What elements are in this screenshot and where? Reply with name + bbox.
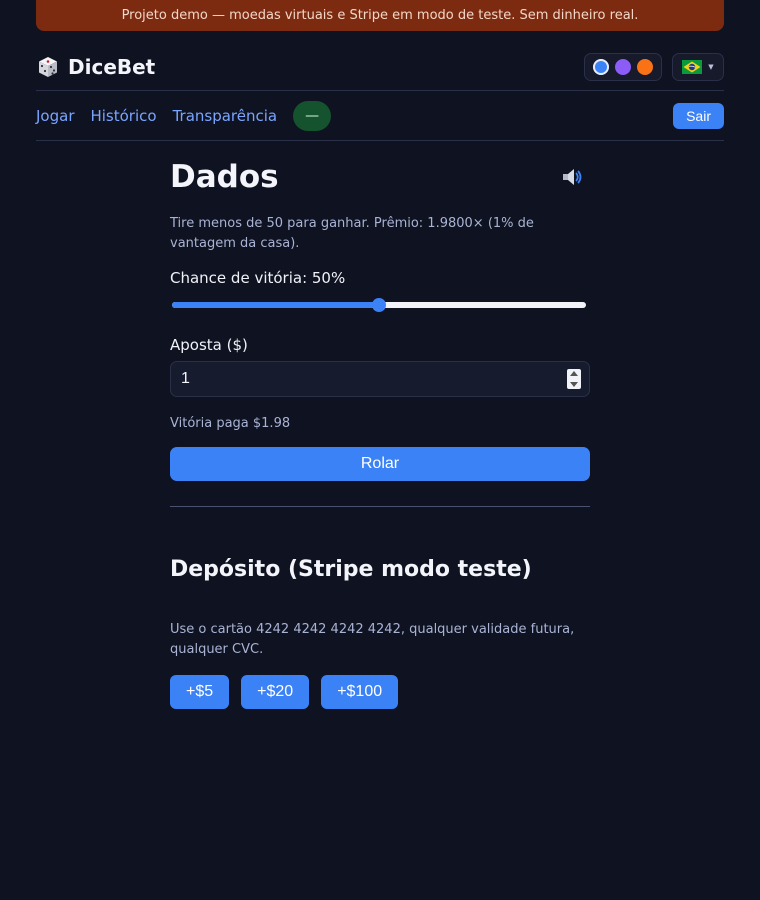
deposit-buttons: +$5 +$20 +$100	[170, 675, 590, 709]
main-nav: Jogar Histórico Transparência — Sair	[36, 100, 724, 132]
stepper-down-icon[interactable]	[570, 382, 578, 387]
brand[interactable]: DiceBet	[36, 55, 155, 79]
app-header: DiceBet ▼	[36, 48, 724, 86]
nav-divider	[36, 140, 724, 141]
slider-fill	[172, 302, 379, 308]
deposit-title: Depósito (Stripe modo teste)	[170, 557, 532, 582]
theme-blue-button[interactable]	[593, 59, 609, 75]
game-description: Tire menos de 50 para ganhar. Prêmio: 1.…	[170, 216, 534, 251]
slider-thumb[interactable]	[372, 298, 386, 312]
roll-button[interactable]: Rolar	[170, 447, 590, 481]
theme-picker	[584, 53, 662, 81]
nav-link-play[interactable]: Jogar	[36, 107, 74, 125]
theme-orange-button[interactable]	[637, 59, 653, 75]
game-title-row: Dados	[170, 150, 590, 204]
bet-field	[170, 361, 590, 397]
dice-icon	[39, 57, 57, 77]
chevron-down-icon: ▼	[708, 63, 714, 71]
deposit-description: Use o cartão 4242 4242 4242 4242, qualqu…	[170, 622, 575, 657]
deposit-20-button[interactable]: +$20	[241, 675, 310, 709]
demo-banner-text: Projeto demo — moedas virtuais e Stripe …	[121, 8, 639, 23]
brazil-flag-icon	[682, 60, 703, 74]
page-title: Dados	[170, 159, 279, 195]
payout-text: Vitória paga $1.98	[170, 416, 291, 431]
speaker-icon[interactable]	[560, 165, 584, 189]
section-divider	[170, 506, 590, 507]
win-chance-label: Chance de vitória: 50%	[170, 269, 346, 287]
nav-link-history[interactable]: Histórico	[90, 107, 156, 125]
theme-purple-button[interactable]	[615, 59, 631, 75]
header-divider	[36, 90, 724, 91]
main-content: Dados Tire menos de 50 para ganhar. Prêm…	[170, 150, 590, 709]
nav-link-transparency[interactable]: Transparência	[173, 107, 278, 125]
win-chance-slider[interactable]	[170, 296, 588, 314]
stepper-up-icon[interactable]	[570, 371, 578, 376]
deposit-100-button[interactable]: +$100	[321, 675, 399, 709]
bet-input[interactable]	[181, 370, 567, 388]
demo-banner: Projeto demo — moedas virtuais e Stripe …	[36, 0, 724, 31]
language-selector[interactable]: ▼	[672, 53, 724, 81]
brand-name: DiceBet	[68, 55, 156, 79]
deposit-5-button[interactable]: +$5	[170, 675, 230, 709]
bet-label: Aposta ($)	[170, 336, 248, 354]
bet-stepper[interactable]	[567, 369, 581, 389]
logout-button[interactable]: Sair	[673, 103, 724, 129]
balance-badge: —	[293, 101, 332, 131]
